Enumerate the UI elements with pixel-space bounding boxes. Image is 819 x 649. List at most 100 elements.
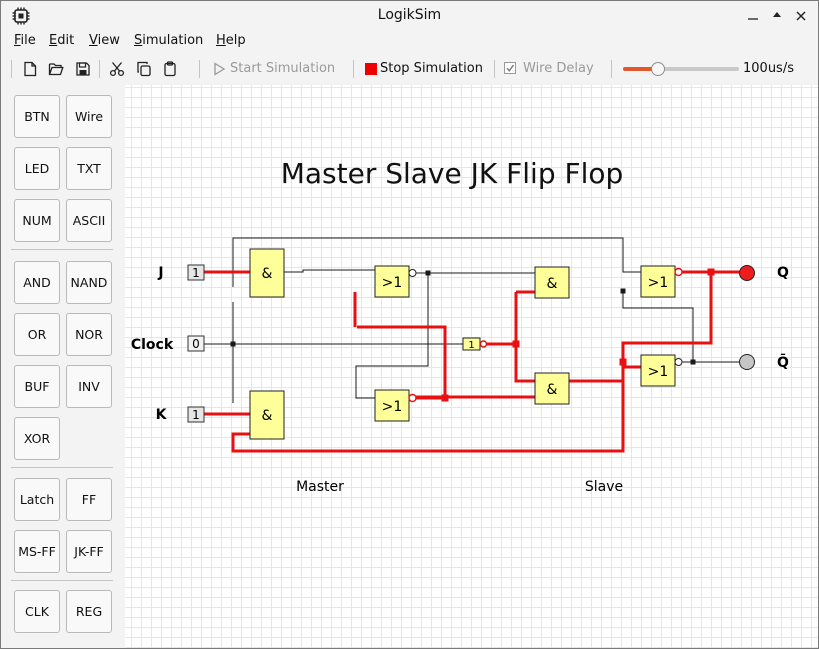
stop-icon-wrapper — [360, 58, 382, 80]
palette-button-buf[interactable]: BUF — [14, 365, 60, 408]
label-q-bar: Q̄ — [777, 352, 789, 371]
input-k-value: 1 — [192, 408, 200, 422]
gate-master-or-bottom-label: >1 — [382, 399, 403, 415]
gate-slave-and-top[interactable]: & — [534, 266, 570, 299]
menu-simulation-label: imulation — [142, 33, 204, 48]
palette-button-wire[interactable]: Wire — [66, 95, 112, 138]
save-icon — [76, 62, 90, 76]
title-bar: LogikSim — [1, 1, 818, 31]
gate-slave-or-bottom[interactable]: >1 — [640, 354, 683, 387]
junction-dot — [707, 268, 715, 276]
palette-separator — [11, 249, 113, 250]
junction-dot — [620, 288, 626, 294]
gate-slave-or-top[interactable]: >1 — [640, 265, 683, 298]
input-clock[interactable]: 0 — [187, 335, 205, 352]
menu-edit-mnemonic: E — [49, 33, 58, 48]
maximize-button[interactable] — [766, 6, 788, 26]
minimize-button[interactable] — [742, 6, 764, 26]
gate-master-and-bottom-label: & — [262, 408, 273, 424]
palette-button-and[interactable]: AND — [14, 261, 60, 304]
checkmark-icon — [506, 64, 515, 72]
clipboard-icon — [164, 61, 176, 77]
gate-clock-inverter-label: 1 — [468, 340, 474, 351]
wire-master-feedback-top — [232, 237, 641, 287]
toolbar-separator — [99, 60, 100, 78]
gate-master-and-top[interactable]: & — [249, 248, 285, 298]
label-master: Master — [296, 479, 344, 495]
toolbar-separator — [11, 60, 12, 78]
scissors-icon — [109, 62, 125, 77]
input-k[interactable]: 1 — [187, 406, 205, 423]
palette-button-inv[interactable]: INV — [66, 365, 112, 408]
toolbar-separator — [199, 60, 200, 78]
palette-button-xor[interactable]: XOR — [14, 417, 60, 460]
palette-button-nand[interactable]: NAND — [66, 261, 112, 304]
play-icon — [214, 62, 226, 76]
copy-icon — [137, 61, 151, 77]
gate-slave-and-bottom[interactable]: & — [534, 372, 570, 405]
palette-button-latch[interactable]: Latch — [14, 478, 60, 521]
palette-button-ff[interactable]: FF — [66, 478, 112, 521]
gate-slave-or-bottom-label: >1 — [648, 364, 669, 380]
main-window: LogikSim File Edit View Simulation Help — [0, 0, 819, 649]
close-button[interactable] — [790, 6, 812, 26]
new-file-icon — [24, 61, 37, 77]
menu-edit-label: dit — [57, 33, 75, 48]
palette-button-reg[interactable]: REG — [66, 590, 112, 633]
toolbar-separator — [353, 60, 354, 78]
menu-file[interactable]: File — [14, 33, 36, 48]
label-slave: Slave — [585, 479, 623, 495]
palette-button-jk-ff[interactable]: JK-FF — [66, 530, 112, 573]
input-clock-value: 0 — [192, 337, 200, 351]
open-file-button[interactable] — [45, 58, 67, 80]
minimize-icon — [748, 18, 758, 20]
palette-button-ms-ff[interactable]: MS-FF — [14, 530, 60, 573]
label-q: Q — [777, 265, 789, 281]
label-j: J — [157, 265, 163, 281]
palette-separator — [11, 580, 113, 581]
menu-help-mnemonic: H — [216, 33, 226, 48]
palette-button-clk[interactable]: CLK — [14, 590, 60, 633]
junction-dot — [619, 358, 627, 366]
menu-view[interactable]: View — [89, 33, 120, 48]
circuit-canvas[interactable]: Master Slave JK Flip Flop J Clock K Q Q̄… — [125, 85, 818, 648]
menu-simulation[interactable]: Simulation — [134, 33, 203, 48]
circuit-title: Master Slave JK Flip Flop — [281, 157, 624, 190]
palette-button-nor[interactable]: NOR — [66, 313, 112, 356]
speed-slider-handle[interactable] — [650, 62, 665, 76]
label-k: K — [156, 407, 168, 423]
wire-slave-and-bot-to-or — [569, 365, 641, 383]
paste-button[interactable] — [159, 58, 181, 80]
palette-button-num[interactable]: NUM — [14, 199, 60, 242]
stop-simulation-button[interactable]: Stop Simulation — [380, 61, 483, 76]
start-simulation-button[interactable]: Start Simulation — [230, 61, 335, 76]
palette-button-led[interactable]: LED — [14, 147, 60, 190]
wire-delay-checkbox[interactable] — [504, 62, 516, 74]
palette-button-or[interactable]: OR — [14, 313, 60, 356]
gate-master-and-bottom[interactable]: & — [249, 390, 285, 440]
gate-master-or-top-label: >1 — [382, 275, 403, 291]
wire-master-qbar-out — [416, 395, 535, 400]
save-file-button[interactable] — [72, 58, 94, 80]
wire-j-and-to-or-top — [283, 269, 375, 273]
palette-button-ascii[interactable]: ASCII — [66, 199, 112, 242]
copy-button[interactable] — [133, 58, 155, 80]
menu-help[interactable]: Help — [216, 33, 246, 48]
speed-label: 100us/s — [743, 61, 794, 76]
palette-button-txt[interactable]: TXT — [66, 147, 112, 190]
menu-edit[interactable]: Edit — [49, 33, 74, 48]
cut-button[interactable] — [106, 58, 128, 80]
gate-master-and-top-label: & — [262, 266, 273, 282]
gate-master-or-bottom[interactable]: >1 — [374, 389, 417, 422]
input-j[interactable]: 1 — [187, 264, 205, 281]
menu-view-label: iew — [97, 33, 120, 48]
gate-master-or-top[interactable]: >1 — [374, 265, 417, 298]
component-palette: BTN Wire LED TXT NUM ASCII AND NAND OR NOR BUF INV X… — [1, 85, 123, 648]
speed-slider[interactable] — [623, 62, 739, 76]
maximize-icon — [773, 12, 781, 17]
gate-clock-inverter[interactable]: 1 — [462, 337, 488, 351]
palette-button-btn[interactable]: BTN — [14, 95, 60, 138]
new-file-button[interactable] — [19, 58, 41, 80]
window-title: LogikSim — [377, 7, 442, 23]
junction-dot — [441, 394, 449, 402]
